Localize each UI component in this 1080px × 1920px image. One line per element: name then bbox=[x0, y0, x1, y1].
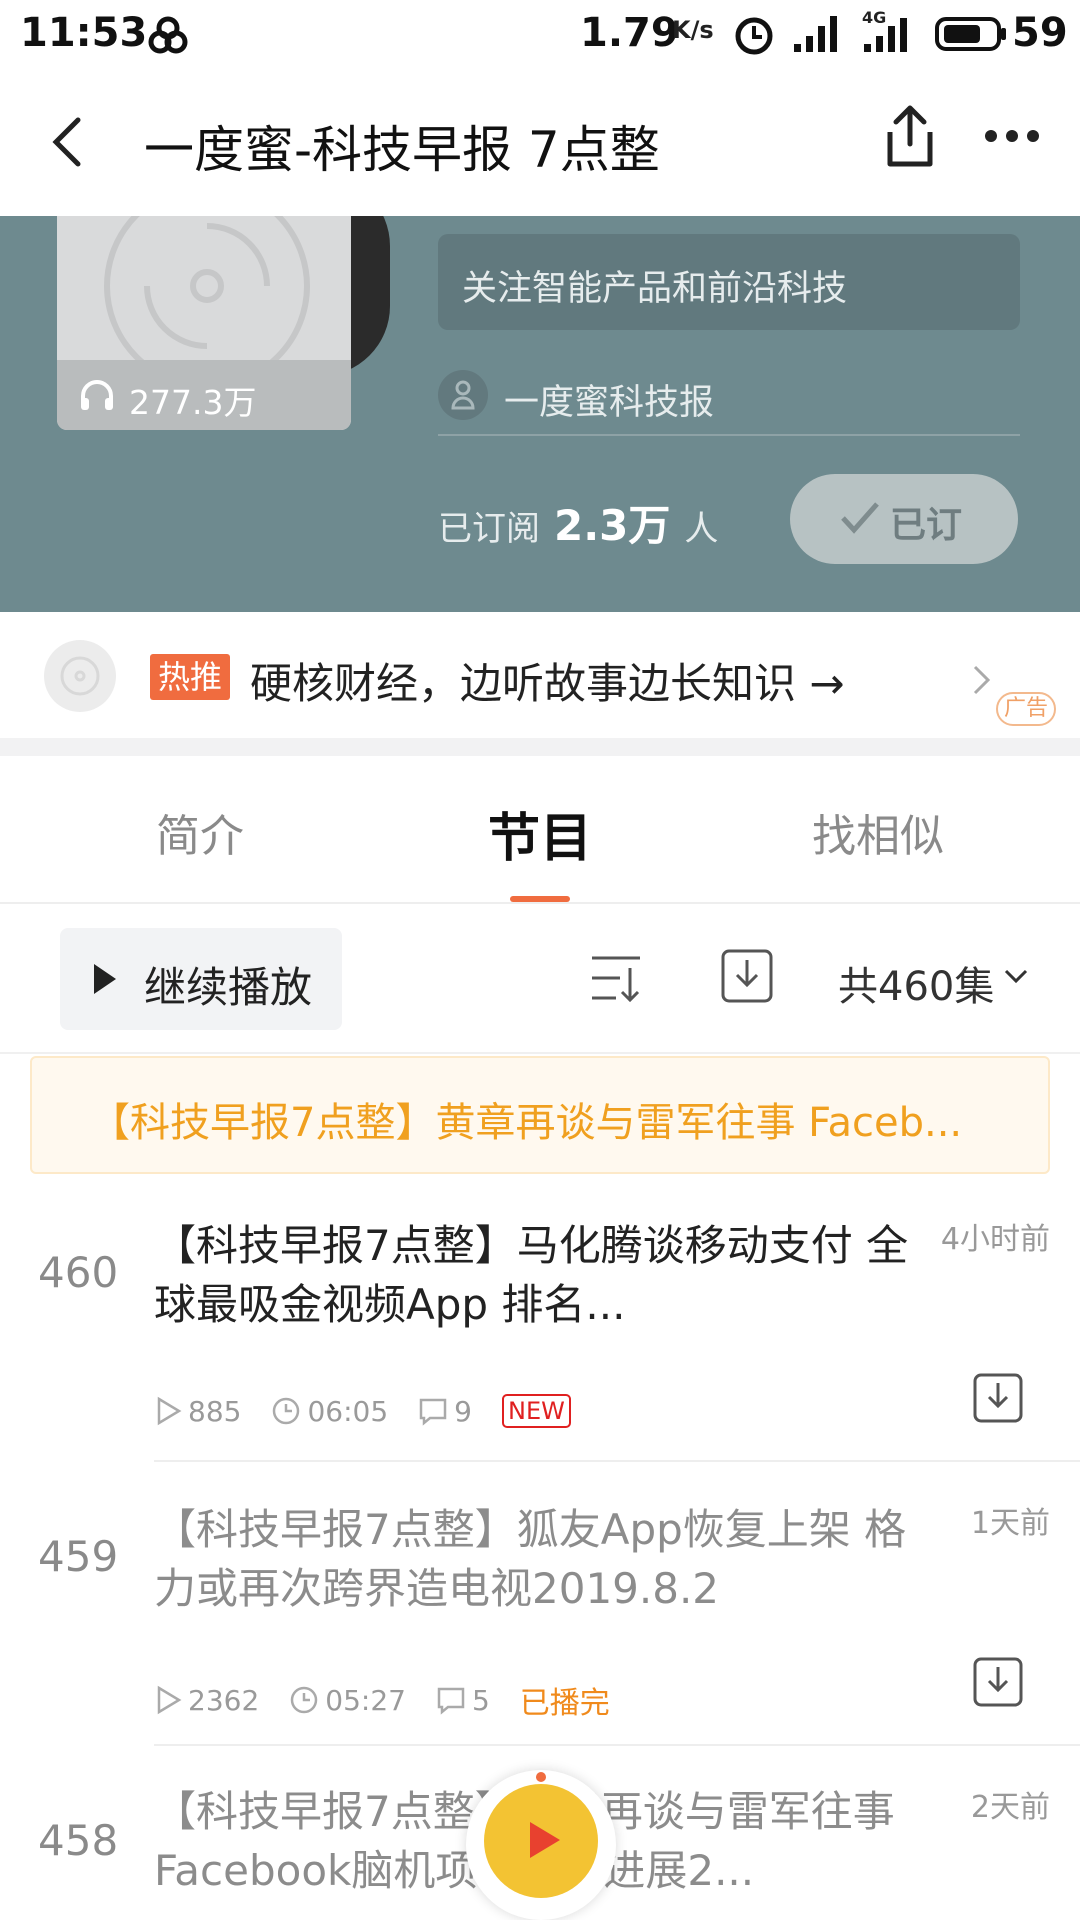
network-speed-unit: K/s bbox=[672, 16, 714, 44]
share-icon[interactable] bbox=[880, 104, 940, 170]
subscriber-count: 2.3万 bbox=[554, 501, 671, 550]
episode-title: 【科技早报7点整】马化腾谈移动支付 全球最吸金视频App 排名... bbox=[154, 1221, 909, 1329]
author-name: 一度蜜科技报 bbox=[504, 383, 715, 423]
episode-title: 【科技早报7点整】狐友App恢复上架 格力或再次跨界造电视2019.8.2 bbox=[154, 1505, 907, 1613]
player-indicator bbox=[536, 1772, 546, 1782]
ad-text: 硬核财经，边听故事边长知识 → bbox=[250, 659, 845, 708]
tab-active-indicator bbox=[510, 896, 570, 902]
played-status: 已播完 bbox=[519, 1686, 610, 1721]
tab-intro[interactable]: 简介 bbox=[156, 800, 244, 864]
disc-icon bbox=[60, 656, 100, 696]
subscribed-button[interactable]: 已订 bbox=[790, 474, 1018, 564]
duration: 05:27 bbox=[325, 1683, 406, 1717]
back-arrow-icon[interactable] bbox=[50, 116, 84, 168]
user-icon bbox=[451, 380, 475, 410]
comment-count: 5 bbox=[471, 1683, 490, 1717]
podcast-description: 关注智能产品和前沿科技 bbox=[462, 269, 848, 309]
new-badge: NEW bbox=[501, 1394, 571, 1428]
sort-icon[interactable] bbox=[590, 954, 642, 1004]
episode-time: 4小时前 bbox=[940, 1222, 1050, 1257]
episode-count[interactable]: 共460集 bbox=[838, 954, 994, 1012]
episode-time: 2天前 bbox=[970, 1790, 1050, 1825]
cover-footer: 277.3万 bbox=[57, 360, 351, 430]
episode-row[interactable]: 459 【科技早报7点整】狐友App恢复上架 格力或再次跨界造电视2019.8.… bbox=[0, 1464, 1080, 1744]
episode-row[interactable]: 460 【科技早报7点整】马化腾谈移动支付 全球最吸金视频App 排名... 4… bbox=[0, 1180, 1080, 1460]
section-divider bbox=[0, 738, 1080, 756]
duration: 06:05 bbox=[307, 1394, 389, 1428]
episode-number: 460 bbox=[38, 1248, 119, 1297]
comment-icon bbox=[419, 1398, 447, 1426]
app-notification-icon bbox=[148, 16, 188, 54]
chevron-down-icon[interactable] bbox=[1004, 968, 1028, 984]
author-row[interactable]: 一度蜜科技报 bbox=[438, 364, 1020, 436]
author-avatar bbox=[438, 370, 488, 420]
subscribed-label: 已订 bbox=[890, 505, 963, 546]
episode-toolbar: 继续播放 共460集 bbox=[0, 904, 1080, 1054]
player-play-icon bbox=[530, 1822, 560, 1858]
page-title: 一度蜜-科技早报 7点整 bbox=[144, 121, 660, 179]
play-count: 885 bbox=[188, 1394, 242, 1428]
duration-icon bbox=[273, 1397, 300, 1425]
floating-player[interactable] bbox=[466, 1770, 616, 1920]
comment-icon bbox=[437, 1687, 465, 1715]
battery-level: 59 bbox=[1012, 10, 1068, 56]
continue-play-button[interactable]: 继续播放 bbox=[60, 928, 342, 1030]
last-played-notice[interactable]: 【科技早报7点整】黄章再谈与雷军往事 Faceb... bbox=[30, 1056, 1050, 1174]
alarm-icon bbox=[735, 17, 773, 55]
episode-number: 459 bbox=[38, 1532, 119, 1581]
row-divider bbox=[154, 1744, 1080, 1746]
status-time: 11:53 bbox=[20, 10, 148, 56]
comment-count: 9 bbox=[454, 1394, 472, 1428]
chevron-right-icon bbox=[973, 665, 991, 695]
episode-meta: 2362 05:27 5 已播完 bbox=[156, 1678, 610, 1722]
ad-thumbnail bbox=[44, 640, 116, 712]
plays-icon bbox=[157, 1396, 182, 1426]
row-divider bbox=[154, 1460, 1080, 1462]
hot-badge: 热推 bbox=[150, 654, 231, 700]
check-icon bbox=[841, 502, 879, 534]
more-icon[interactable] bbox=[984, 128, 1040, 144]
ad-banner[interactable]: 热推 硬核财经，边听故事边长知识 → 广告 bbox=[0, 612, 1080, 738]
podcast-cover[interactable]: 277.3万 bbox=[57, 216, 351, 430]
podcast-header: 277.3万 关注智能产品和前沿科技 一度蜜科技报 已订阅 2.3万 人 已订 bbox=[0, 216, 1080, 612]
ad-label: 广告 bbox=[996, 692, 1057, 726]
description-box: 关注智能产品和前沿科技 bbox=[438, 234, 1020, 330]
episode-meta: 885 06:05 9 NEW bbox=[156, 1394, 571, 1428]
play-count: 277.3万 bbox=[129, 383, 257, 422]
download-icon[interactable] bbox=[972, 1372, 1024, 1424]
tab-bar: 简介 节目 找相似 bbox=[0, 756, 1080, 904]
download-all-icon[interactable] bbox=[720, 948, 774, 1004]
episode-time: 1天前 bbox=[970, 1506, 1050, 1541]
nav-bar: 一度蜜-科技早报 7点整 bbox=[0, 68, 1080, 216]
subscriber-info: 已订阅 2.3万 人 bbox=[438, 492, 718, 553]
status-bar: 11:53 1.79 K/s 4G 59 bbox=[0, 0, 1080, 68]
signal-icon bbox=[794, 16, 837, 52]
battery-icon bbox=[935, 17, 1006, 51]
subscribed-prefix: 已订阅 bbox=[438, 509, 540, 549]
continue-play-label: 继续播放 bbox=[144, 963, 313, 1012]
signal-4g-icon bbox=[864, 18, 907, 52]
duration-icon bbox=[291, 1686, 318, 1714]
play-icon bbox=[94, 964, 116, 994]
tab-similar[interactable]: 找相似 bbox=[812, 800, 944, 864]
headphones-icon bbox=[81, 380, 113, 410]
download-icon[interactable] bbox=[972, 1656, 1024, 1708]
last-played-title: 【科技早报7点整】黄章再谈与雷军往事 Faceb... bbox=[90, 1100, 963, 1146]
network-speed: 1.79 bbox=[580, 10, 679, 56]
subscribed-suffix: 人 bbox=[684, 509, 719, 549]
plays-icon bbox=[157, 1685, 182, 1715]
play-count: 2362 bbox=[188, 1683, 260, 1717]
tab-episodes[interactable]: 节目 bbox=[488, 796, 592, 871]
episode-number: 458 bbox=[38, 1816, 119, 1865]
